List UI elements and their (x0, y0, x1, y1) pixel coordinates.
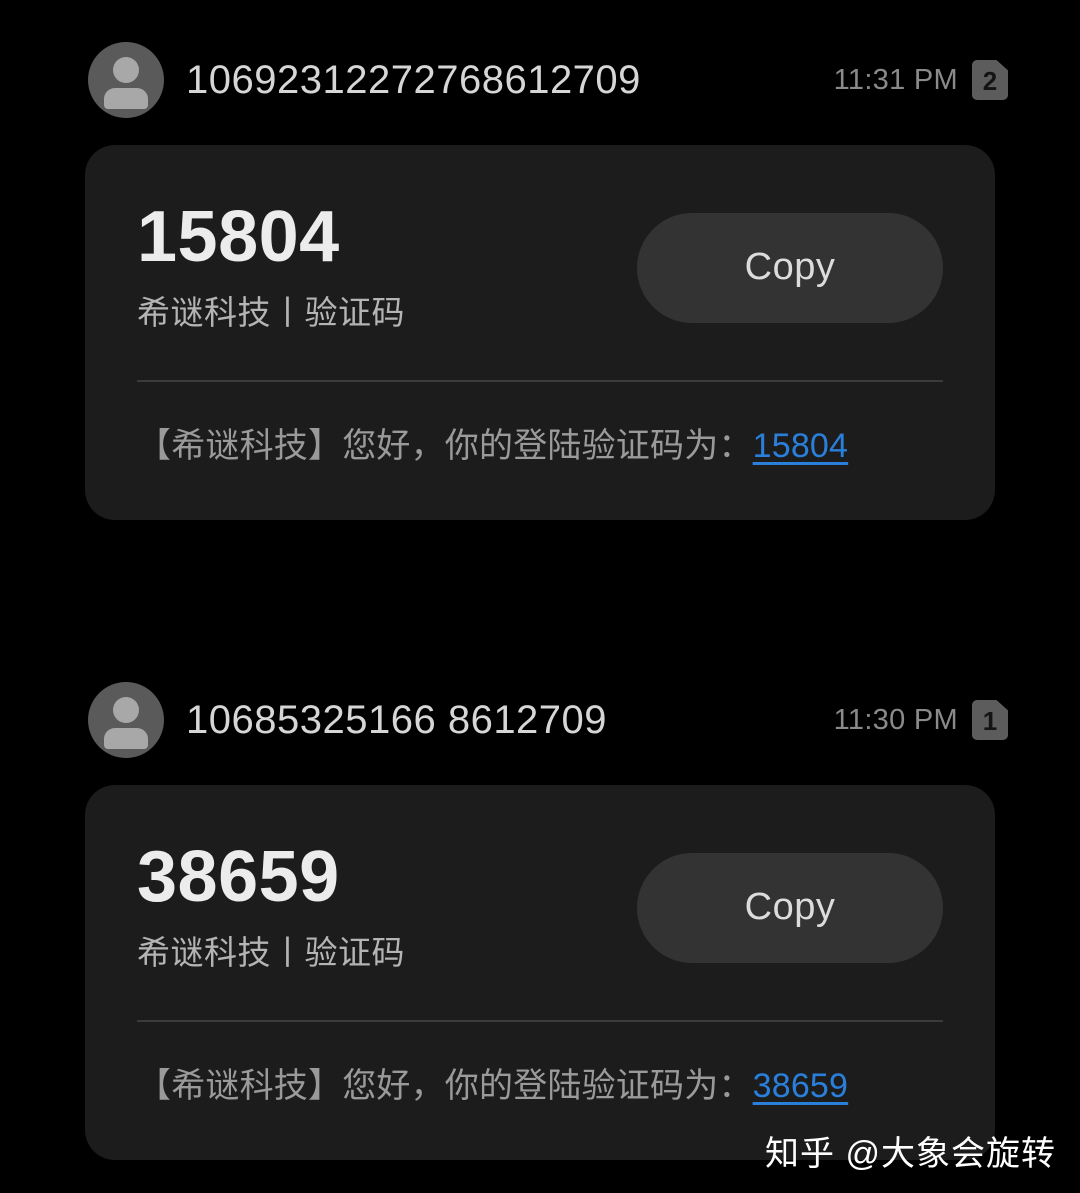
sim-card-icon: 1 (972, 700, 1008, 740)
header-meta: 11:30 PM 1 (834, 700, 1008, 740)
message-timestamp: 11:31 PM (833, 63, 958, 96)
avatar (88, 42, 164, 118)
verification-code-card[interactable]: 15804 希谜科技丨验证码 Copy 【希谜科技】您好，你的登陆验证码为：15… (85, 145, 995, 520)
code-block: 15804 希谜科技丨验证码 (137, 197, 637, 334)
code-link[interactable]: 15804 (753, 427, 849, 465)
avatar (88, 682, 164, 758)
sms-verification-screen: 10692312272768612709 11:31 PM 2 15804 希谜… (0, 0, 1080, 1193)
message-header: 10685325166 8612709 11:30 PM 1 (0, 680, 1080, 760)
person-icon (113, 697, 139, 723)
message-group: 10692312272768612709 11:31 PM 2 15804 希谜… (0, 40, 1080, 520)
message-body-text: 【希谜科技】您好，你的登陆验证码为： (137, 427, 753, 466)
message-header: 10692312272768612709 11:31 PM 2 (0, 40, 1080, 120)
person-icon-body (104, 88, 148, 109)
card-header: 15804 希谜科技丨验证码 Copy (85, 145, 995, 380)
code-block: 38659 希谜科技丨验证码 (137, 837, 637, 974)
verification-code: 15804 (137, 197, 340, 277)
code-source-label: 希谜科技丨验证码 (137, 934, 405, 972)
watermark: 知乎 @大象会旋转 (765, 1135, 1056, 1173)
message-timestamp: 11:30 PM (833, 703, 958, 736)
sender-number[interactable]: 10692312272768612709 (186, 58, 641, 103)
sim-card-icon: 2 (972, 60, 1008, 100)
copy-button[interactable]: Copy (637, 212, 943, 323)
message-body-text: 【希谜科技】您好，你的登陆验证码为： (137, 1067, 753, 1106)
message-group: 10685325166 8612709 11:30 PM 1 38659 希谜科… (0, 680, 1080, 1160)
sim-slot-number: 2 (982, 66, 998, 96)
verification-code-card[interactable]: 38659 希谜科技丨验证码 Copy 【希谜科技】您好，你的登陆验证码为：38… (85, 785, 995, 1160)
verification-code: 38659 (137, 837, 340, 917)
person-icon-body (104, 728, 148, 749)
sender-number[interactable]: 10685325166 8612709 (186, 698, 607, 743)
code-source-label: 希谜科技丨验证码 (137, 294, 405, 332)
card-header: 38659 希谜科技丨验证码 Copy (85, 785, 995, 1020)
code-link[interactable]: 38659 (753, 1067, 849, 1105)
copy-button[interactable]: Copy (637, 852, 943, 963)
sim-slot-number: 1 (982, 706, 998, 736)
message-body: 【希谜科技】您好，你的登陆验证码为：15804 (85, 382, 995, 519)
header-meta: 11:31 PM 2 (834, 60, 1008, 100)
person-icon (113, 57, 139, 83)
